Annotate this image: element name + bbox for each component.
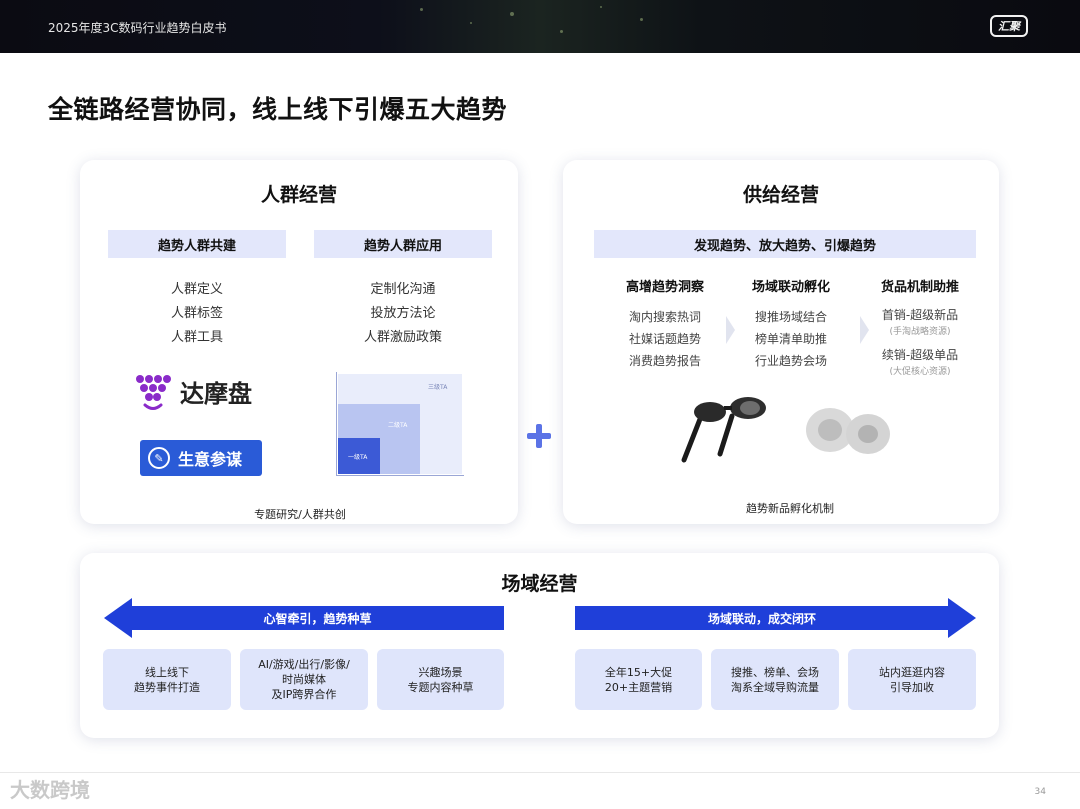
supply-panel-title: 供给经营	[742, 184, 819, 206]
supply-col-list-2: 搜推场域结合 榜单清单助推 行业趋势会场	[732, 306, 850, 372]
list-item-note: (手淘战略资源)	[889, 327, 951, 337]
ta-level-chart: 三级TA 二级TA 一级TA	[336, 372, 464, 482]
list-item-note: (大促核心资源)	[889, 367, 951, 377]
ta-label-1: 一级TA	[348, 454, 368, 461]
arrow-left-icon	[104, 598, 132, 638]
list-item: 行业趋势会场	[754, 354, 827, 368]
ta-axis-x	[336, 475, 464, 476]
damopan-logo-icon	[136, 375, 171, 410]
ta-label-2: 二级TA	[388, 422, 408, 429]
mindshare-arrow-label: 心智牵引，趋势种草	[263, 611, 372, 626]
supply-banner: 发现趋势、放大趋势、引爆趋势	[594, 230, 976, 258]
audience-apply-list: 定制化沟通 投放方法论 人群激励政策	[314, 278, 492, 350]
channel-tile-2: AI/游戏/出行/影像/ 时尚媒体 及IP跨界合作	[240, 649, 368, 710]
list-item: 续销-超级单品	[881, 348, 959, 362]
audience-caption: 专题研究/人群共创	[254, 508, 346, 521]
compass-icon: ✎	[148, 447, 170, 469]
channel-tile-4: 全年15+大促 20+主题营销	[575, 649, 702, 710]
channel-tile-1: 线上线下 趋势事件打造	[103, 649, 231, 710]
list-item: 搜推场域结合	[754, 310, 827, 324]
watermark: 大数跨境	[10, 778, 90, 802]
list-item: 投放方法论	[370, 306, 436, 321]
footer-divider	[0, 772, 1080, 773]
brand-logo-icon: 汇聚	[990, 15, 1028, 37]
plus-icon	[524, 421, 554, 451]
shengyi-canmou-logo: ✎ 生意参谋	[140, 440, 262, 476]
chip-audience-apply: 趋势人群应用	[314, 230, 492, 258]
channel-tile-3: 兴趣场景 专题内容种草	[377, 649, 504, 710]
ta-label-3: 三级TA	[428, 384, 448, 391]
conversion-arrow-bar: 场域联动，成交闭环	[575, 606, 949, 630]
conversion-arrow-label: 场域联动，成交闭环	[707, 611, 816, 626]
supply-col-head-1: 高增趋势洞察	[625, 280, 704, 295]
ta-axis-y	[336, 372, 337, 476]
chip-audience-build: 趋势人群共建	[108, 230, 286, 258]
page-number: 34	[1034, 787, 1046, 797]
supply-col-list-1: 淘内搜索热词 社媒话题趋势 消费趋势报告	[606, 306, 724, 372]
arrow-right-icon	[948, 598, 976, 638]
supply-col-list-3: 首销-超级新品 (手淘战略资源) 续销-超级单品 (大促核心资源)	[858, 304, 982, 378]
mindshare-arrow-bar: 心智牵引，趋势种草	[131, 606, 504, 630]
earbuds-image	[806, 408, 890, 454]
channel-tile-6: 站内逛逛内容 引导加收	[848, 649, 976, 710]
audience-build-list: 人群定义 人群标签 人群工具	[108, 278, 286, 350]
ar-glasses-image	[681, 397, 766, 463]
top-banner: 2025年度3C数码行业趋势白皮书 汇聚	[0, 0, 1080, 53]
shengyi-canmou-label: 生意参谋	[178, 450, 243, 469]
page-title: 全链路经营协同，线上线下引爆五大趋势	[48, 95, 508, 124]
list-item: 榜单清单助推	[754, 332, 827, 346]
brand-logo-text: 汇聚	[998, 20, 1020, 33]
channel-panel-title: 场域经营	[501, 573, 578, 595]
list-item: 人群激励政策	[363, 330, 442, 345]
list-item: 社媒话题趋势	[628, 332, 701, 346]
supply-col-head-3: 货品机制助推	[880, 280, 959, 295]
report-title: 2025年度3C数码行业趋势白皮书	[48, 21, 227, 35]
damopan-label: 达摩盘	[180, 380, 252, 408]
list-item: 首销-超级新品	[881, 308, 959, 322]
supply-col-head-2: 场域联动孵化	[751, 280, 830, 295]
list-item: 定制化沟通	[370, 282, 436, 297]
audience-panel-title: 人群经营	[260, 184, 337, 206]
channel-panel: 场域经营	[80, 553, 999, 738]
list-item: 淘内搜索热词	[628, 310, 701, 324]
list-item: 人群工具	[170, 330, 223, 345]
supply-caption: 趋势新品孵化机制	[746, 502, 834, 515]
list-item: 人群标签	[170, 306, 223, 321]
list-item: 人群定义	[170, 282, 223, 297]
list-item: 消费趋势报告	[628, 354, 701, 368]
channel-tile-5: 搜推、榜单、会场 淘系全域导购流量	[711, 649, 839, 710]
